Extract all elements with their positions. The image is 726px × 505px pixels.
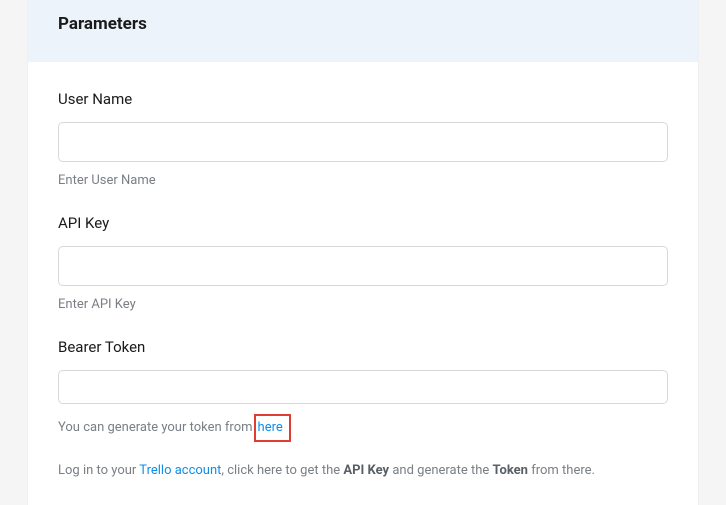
field-username: User Name Enter User Name	[58, 90, 668, 190]
info-bold-apikey: API Key	[343, 463, 389, 478]
username-hint: Enter User Name	[58, 172, 668, 190]
info-mid2: and generate the	[389, 463, 492, 478]
parameters-title: Parameters	[58, 14, 668, 34]
bearer-hint: You can generate your token from here	[58, 414, 668, 442]
info-line: Log in to your Trello account, click her…	[58, 462, 668, 480]
info-bold-token: Token	[493, 463, 528, 478]
apikey-label: API Key	[58, 214, 668, 232]
info-prefix: Log in to your	[58, 463, 139, 478]
field-apikey: API Key Enter API Key	[58, 214, 668, 314]
field-bearer: Bearer Token You can generate your token…	[58, 338, 668, 442]
trello-account-link[interactable]: Trello account	[139, 463, 221, 478]
generate-token-link[interactable]: here	[258, 420, 283, 435]
parameters-content: User Name Enter User Name API Key Enter …	[28, 62, 698, 500]
username-input[interactable]	[58, 122, 668, 162]
apikey-hint: Enter API Key	[58, 296, 668, 314]
parameters-card: Parameters User Name Enter User Name API…	[28, 0, 698, 505]
bearer-input[interactable]	[58, 370, 668, 404]
bearer-link-highlight: here	[254, 414, 291, 442]
parameters-header: Parameters	[28, 0, 698, 62]
bearer-hint-prefix: You can generate your token from	[58, 420, 253, 435]
username-label: User Name	[58, 90, 668, 108]
info-suffix: from there.	[528, 463, 595, 478]
apikey-input[interactable]	[58, 246, 668, 286]
bearer-label: Bearer Token	[58, 338, 668, 356]
info-mid1: , click here to get the	[221, 463, 343, 478]
